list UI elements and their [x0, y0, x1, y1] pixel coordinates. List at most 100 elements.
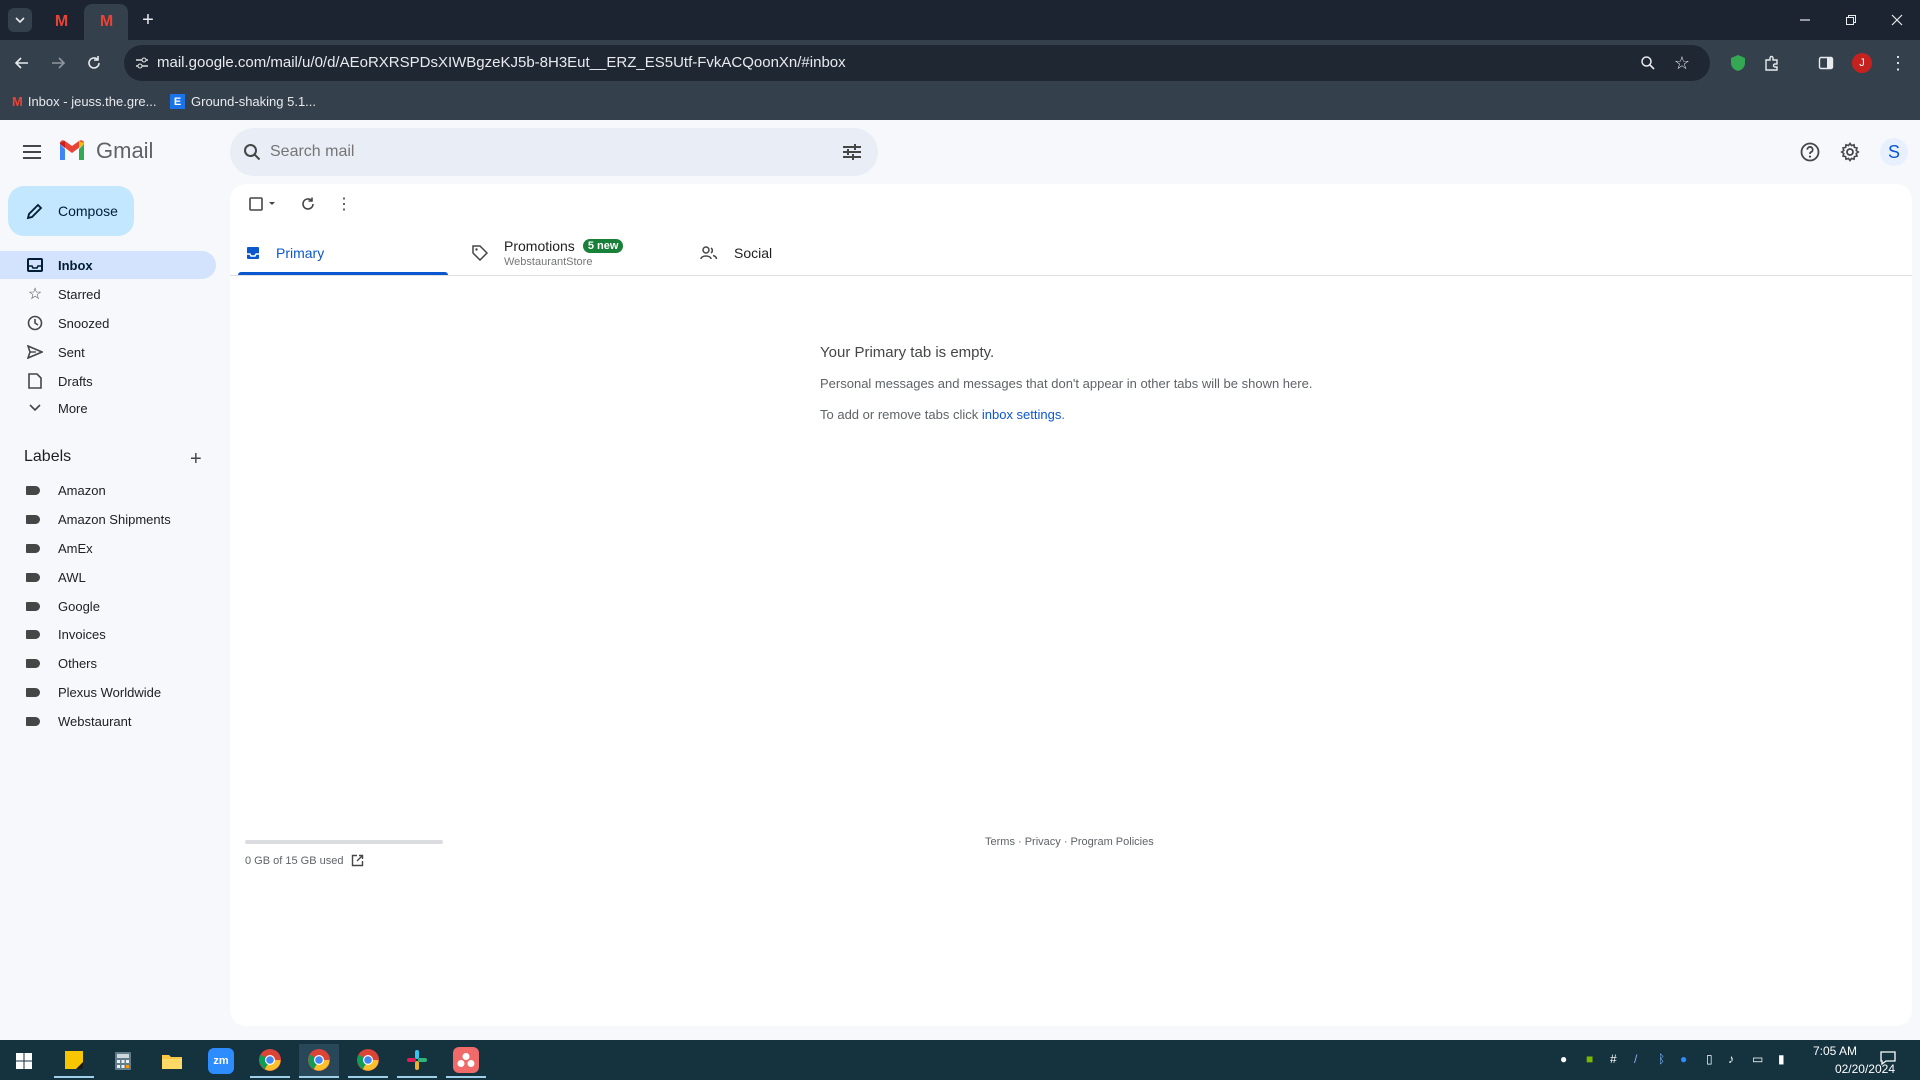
- profile-avatar[interactable]: J: [1851, 52, 1873, 74]
- extension-shield-icon[interactable]: [1726, 51, 1750, 75]
- search-options-icon[interactable]: [836, 136, 868, 168]
- sidebar-item-sent[interactable]: Sent: [0, 338, 216, 366]
- label-item[interactable]: AWL: [0, 563, 216, 591]
- bookmark-inbox[interactable]: M Inbox - jeuss.the.gre...: [12, 94, 156, 109]
- sidebar-item-label: Starred: [58, 286, 101, 302]
- label-item[interactable]: Plexus Worldwide: [0, 678, 216, 706]
- browser-tab-gmail-2[interactable]: M: [84, 4, 128, 40]
- label-tag-icon: [26, 601, 40, 611]
- sidebar-item-inbox[interactable]: Inbox: [0, 251, 216, 279]
- tab-search-chevron-icon[interactable]: [8, 8, 32, 32]
- tray-network-icon[interactable]: ▭: [1752, 1052, 1763, 1066]
- tray-volume-icon[interactable]: ♪: [1728, 1052, 1734, 1066]
- browser-tab-gmail-1[interactable]: M: [44, 4, 78, 40]
- sidebar-item-label: Snoozed: [58, 315, 110, 331]
- label-tag-icon: [26, 572, 40, 582]
- storage-usage: 0 GB of 15 GB used: [245, 854, 364, 867]
- sidebar-item-drafts[interactable]: Drafts: [0, 367, 216, 395]
- chrome-profile-icon[interactable]: [299, 1044, 339, 1078]
- tray-zoom-icon[interactable]: ●: [1680, 1052, 1687, 1066]
- chrome-icon[interactable]: [250, 1044, 290, 1078]
- tab-promotions-label: Promotions: [504, 238, 575, 254]
- bookmark-star-icon[interactable]: ☆: [1672, 53, 1692, 73]
- zoom-icon[interactable]: [1638, 53, 1658, 73]
- label-item[interactable]: Invoices: [0, 620, 216, 648]
- side-panel-icon[interactable]: [1814, 51, 1838, 75]
- tab-social[interactable]: Social: [700, 230, 900, 276]
- calculator-icon[interactable]: [103, 1044, 143, 1078]
- refresh-icon[interactable]: [296, 192, 320, 216]
- settings-gear-icon[interactable]: [1834, 136, 1866, 168]
- label-item[interactable]: Others: [0, 649, 216, 677]
- inbox-settings-link[interactable]: inbox settings: [982, 407, 1062, 422]
- tray-battery-icon[interactable]: ▯: [1706, 1052, 1713, 1066]
- tab-promotions[interactable]: Promotions 5 new WebstaurantStore: [472, 230, 682, 276]
- pencil-icon: [26, 202, 44, 220]
- new-tab-plus-icon[interactable]: +: [136, 8, 160, 32]
- external-link-icon[interactable]: [351, 854, 364, 867]
- sidebar-item-more[interactable]: More: [0, 394, 216, 422]
- chevron-down-icon: [24, 404, 46, 412]
- browser-toolbar: mail.google.com/mail/u/0/d/AEoRXRSPDsXIW…: [0, 40, 1920, 86]
- sidebar-item-label: Inbox: [58, 257, 93, 273]
- tray-mic-icon[interactable]: ▮: [1778, 1052, 1785, 1066]
- tray-pen-icon[interactable]: /: [1634, 1052, 1637, 1066]
- sidebar-item-starred[interactable]: ☆ Starred: [0, 280, 216, 308]
- tray-slack-icon[interactable]: #: [1610, 1052, 1617, 1066]
- main-menu-icon[interactable]: [16, 136, 48, 168]
- add-label-plus-icon[interactable]: +: [190, 448, 202, 471]
- inbox-icon: [24, 258, 46, 272]
- more-options-icon[interactable]: ⋮: [332, 192, 356, 216]
- asana-icon[interactable]: [446, 1044, 486, 1078]
- reload-icon[interactable]: [82, 51, 106, 75]
- send-icon: [24, 345, 46, 359]
- minimize-icon[interactable]: [1790, 8, 1820, 32]
- notifications-icon[interactable]: [1880, 1050, 1896, 1069]
- forward-icon[interactable]: [46, 51, 70, 75]
- tab-primary[interactable]: Primary: [246, 230, 446, 276]
- sticky-notes-icon[interactable]: [54, 1044, 94, 1078]
- label-item[interactable]: Amazon: [0, 476, 216, 504]
- account-avatar[interactable]: S: [1878, 136, 1910, 168]
- label-item[interactable]: AmEx: [0, 534, 216, 562]
- gmail-favicon-icon: M: [12, 94, 23, 109]
- label-item[interactable]: Google: [0, 592, 216, 620]
- label-tag-icon: [26, 658, 40, 668]
- search-input[interactable]: [270, 143, 770, 161]
- label-tag-icon: [26, 543, 40, 553]
- search-icon[interactable]: [236, 136, 268, 168]
- tray-nvidia-icon[interactable]: ■: [1586, 1052, 1593, 1066]
- close-window-icon[interactable]: [1882, 8, 1912, 32]
- chrome-profile-2-icon[interactable]: [348, 1044, 388, 1078]
- url-text[interactable]: mail.google.com/mail/u/0/d/AEoRXRSPDsXIW…: [157, 54, 846, 71]
- site-info-icon[interactable]: [134, 55, 150, 71]
- browser-menu-icon[interactable]: ⋮: [1886, 51, 1910, 75]
- bookmark-ground-shaking[interactable]: E Ground-shaking 5.1...: [170, 94, 316, 109]
- sidebar-item-snoozed[interactable]: Snoozed: [0, 309, 216, 337]
- label-item[interactable]: Webstaurant: [0, 707, 216, 735]
- search-bar[interactable]: [230, 128, 878, 176]
- labels-heading: Labels: [24, 448, 72, 465]
- browser-tab-strip: M M +: [0, 0, 1920, 40]
- tray-bluetooth-icon[interactable]: ᛒ: [1658, 1052, 1665, 1066]
- extensions-puzzle-icon[interactable]: [1760, 51, 1784, 75]
- label-item[interactable]: Amazon Shipments: [0, 505, 216, 533]
- slack-icon[interactable]: [397, 1044, 437, 1078]
- help-icon[interactable]: [1794, 136, 1826, 168]
- footer-links[interactable]: Terms · Privacy · Program Policies: [985, 836, 1154, 848]
- label-tag-icon: [26, 629, 40, 639]
- gmail-logo-icon[interactable]: [58, 140, 86, 167]
- taskbar-clock-time[interactable]: 7:05 AM: [1813, 1044, 1857, 1058]
- windows-start-icon[interactable]: [4, 1044, 44, 1078]
- file-explorer-icon[interactable]: [152, 1044, 192, 1078]
- compose-button[interactable]: Compose: [8, 186, 134, 236]
- label-tag-icon: [26, 514, 40, 524]
- back-icon[interactable]: [10, 51, 34, 75]
- restore-icon[interactable]: [1836, 8, 1866, 32]
- tray-people-icon[interactable]: ●: [1560, 1052, 1567, 1066]
- zoom-app-icon[interactable]: zm: [201, 1044, 241, 1078]
- gmail-logo-text[interactable]: Gmail: [96, 138, 153, 164]
- address-bar[interactable]: mail.google.com/mail/u/0/d/AEoRXRSPDsXIW…: [124, 45, 1710, 81]
- bookmarks-bar: M Inbox - jeuss.the.gre... E Ground-shak…: [0, 86, 1920, 120]
- select-all-checkbox[interactable]: [246, 192, 282, 216]
